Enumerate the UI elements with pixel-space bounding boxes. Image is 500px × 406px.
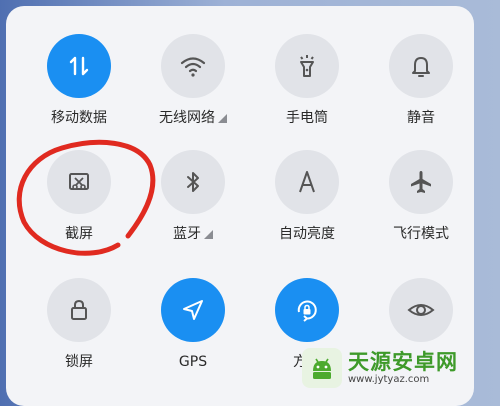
rotation-lock-icon <box>297 300 317 322</box>
mobile-data-icon <box>69 56 89 76</box>
bluetooth-icon <box>187 172 199 192</box>
tile-label: GPS <box>178 354 208 370</box>
tile-auto-brightness[interactable]: 自动亮度 <box>257 150 357 243</box>
eye-icon <box>407 304 435 316</box>
watermark: 天源安卓网 www.jytyaz.com <box>302 346 500 390</box>
bluetooth-toggle[interactable] <box>161 150 225 214</box>
eye-comfort-toggle[interactable] <box>389 278 453 342</box>
tile-screenshot[interactable]: 截屏 <box>29 150 129 243</box>
screenshot-icon <box>69 173 89 190</box>
flashlight-toggle[interactable] <box>275 34 339 98</box>
tile-flashlight[interactable]: 手电筒 <box>257 34 357 127</box>
tile-wifi[interactable]: 无线网络 <box>143 34 243 127</box>
screenshot-toggle[interactable] <box>47 150 111 214</box>
location-arrow-icon <box>183 300 203 320</box>
rotation-toggle[interactable] <box>275 278 339 342</box>
expand-menu-icon[interactable] <box>218 114 227 123</box>
tile-label: 蓝牙 <box>143 225 243 243</box>
expand-menu-icon[interactable] <box>204 230 213 239</box>
tile-airplane[interactable]: 飞行模式 <box>371 150 471 243</box>
silent-toggle[interactable] <box>389 34 453 98</box>
airplane-icon <box>411 171 431 193</box>
wifi-icon <box>180 57 206 77</box>
wifi-toggle[interactable] <box>161 34 225 98</box>
watermark-url: www.jytyaz.com <box>348 374 430 385</box>
flashlight-icon <box>300 55 314 77</box>
tile-label: 飞行模式 <box>393 226 449 242</box>
tile-label: 锁屏 <box>65 354 93 370</box>
tile-lock-screen[interactable]: 锁屏 <box>29 278 129 371</box>
lock-screen-toggle[interactable] <box>47 278 111 342</box>
tile-label: 移动数据 <box>51 110 107 126</box>
airplane-toggle[interactable] <box>389 150 453 214</box>
tile-bluetooth[interactable]: 蓝牙 <box>143 150 243 243</box>
mobile-data-toggle[interactable] <box>47 34 111 98</box>
lock-icon <box>71 299 87 320</box>
tile-gps[interactable]: GPS <box>143 278 243 371</box>
tile-label: 静音 <box>407 110 435 126</box>
tile-label: 手电筒 <box>286 110 328 126</box>
tile-label: 无线网络 <box>143 109 243 127</box>
tile-eye-comfort[interactable] <box>371 278 471 353</box>
gps-toggle[interactable] <box>161 278 225 342</box>
auto-brightness-toggle[interactable] <box>275 150 339 214</box>
tile-label: 自动亮度 <box>279 226 335 242</box>
bell-icon <box>412 57 430 77</box>
auto-brightness-icon <box>299 171 315 193</box>
watermark-title: 天源安卓网 <box>348 350 458 374</box>
tile-mobile-data[interactable]: 移动数据 <box>29 34 129 127</box>
tile-label: 截屏 <box>65 226 93 242</box>
tile-silent[interactable]: 静音 <box>371 34 471 127</box>
android-logo-icon <box>302 348 342 388</box>
